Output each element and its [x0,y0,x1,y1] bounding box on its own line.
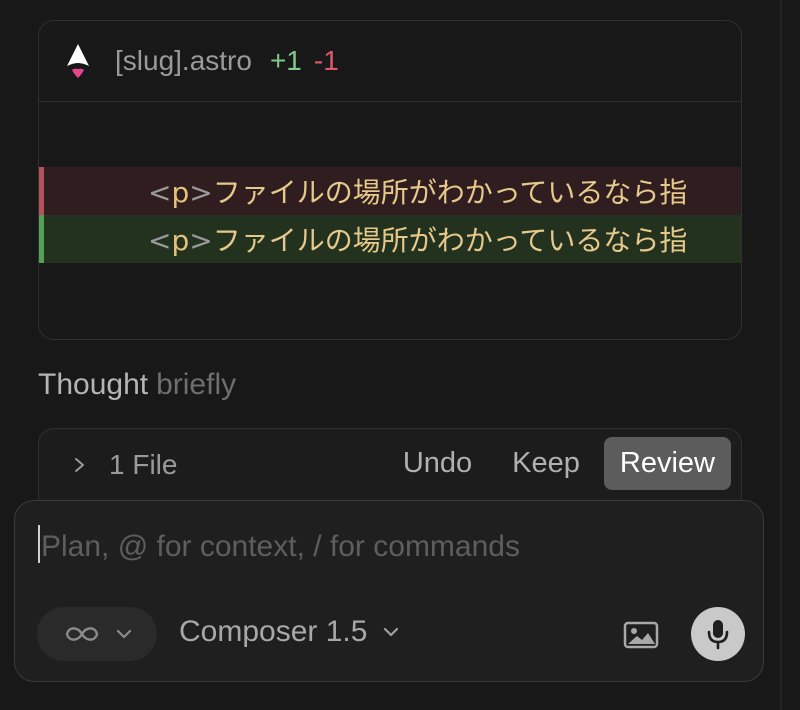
tag-bracket-close: > [189,176,213,209]
diff-card[interactable]: [slug].astro +1 -1 <p>ファイルの場所がわかっているなら指 … [38,20,742,340]
diff-body: <p>ファイルの場所がわかっているなら指 <p>ファイルの場所がわかっているなら… [39,102,741,339]
tag-name: p [171,224,190,257]
panel-divider [780,0,782,710]
deletions-count: -1 [313,45,339,76]
tag-bracket-open: < [148,176,172,209]
agent-mode-selector[interactable] [37,607,157,661]
additions-count: +1 [269,45,302,76]
astro-logo-icon [67,44,89,78]
review-button[interactable]: Review [603,437,731,490]
chevron-down-icon [116,629,132,639]
added-code: <p>ファイルの場所がわかっているなら指 [44,219,687,259]
tag-bracket-open: < [148,224,172,257]
agent-panel: [slug].astro +1 -1 <p>ファイルの場所がわかっているなら指 … [0,0,800,710]
image-icon [623,621,659,649]
removed-text: ファイルの場所がわかっているなら指 [212,176,688,209]
model-label: Composer 1.5 [179,615,368,648]
voice-input-button[interactable] [691,607,745,661]
diff-line-removed: <p>ファイルの場所がわかっているなら指 [39,167,741,215]
diff-header[interactable]: [slug].astro +1 -1 [39,21,741,102]
tag-name: p [171,176,190,209]
removed-code: <p>ファイルの場所がわかっているなら指 [44,171,687,211]
prompt-input[interactable] [39,521,733,573]
tag-bracket-close: > [189,224,213,257]
attach-image-button[interactable] [621,615,661,655]
added-text: ファイルの場所がわかっているなら指 [212,224,688,257]
infinity-icon [65,627,99,641]
file-count-label: 1 File [109,449,178,480]
keep-button[interactable]: Keep [496,437,596,490]
thought-duration: briefly [156,368,237,401]
text-caret [38,525,40,563]
diff-filename[interactable]: [slug].astro [115,45,252,77]
thought-indicator[interactable]: Thought briefly [38,368,236,402]
files-expand-toggle[interactable]: 1 File [73,449,177,481]
thought-label: Thought [38,368,149,401]
files-actions: Undo Keep Review [387,437,731,490]
microphone-icon [707,620,729,650]
composer-box: Composer 1.5 [14,500,764,682]
undo-button[interactable]: Undo [387,437,488,490]
chevron-down-icon [384,627,399,637]
chevron-right-icon [75,458,84,472]
model-selector[interactable]: Composer 1.5 [179,615,399,649]
diff-line-added: <p>ファイルの場所がわかっているなら指 [39,215,741,263]
